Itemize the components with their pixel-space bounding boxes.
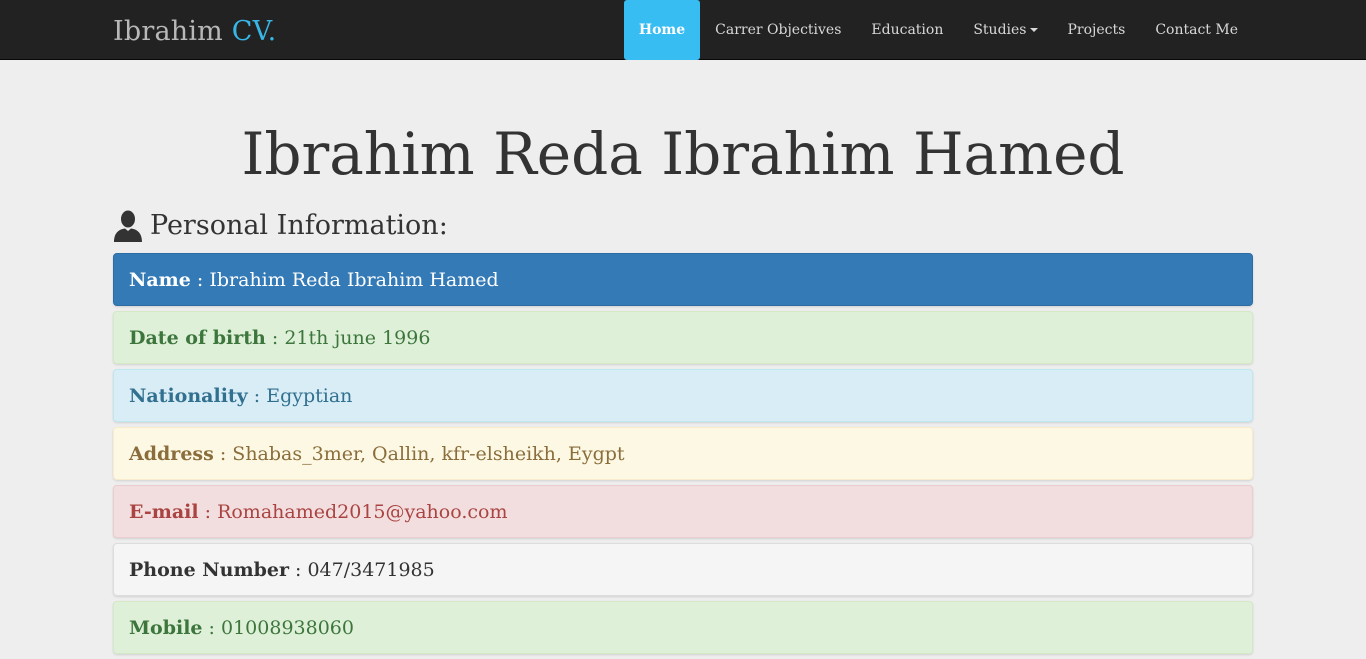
brand-link[interactable]: Ibrahim CV. (113, 15, 276, 49)
nav-item-home[interactable]: Home (623, 0, 701, 60)
nav-item-studies[interactable]: Studies (958, 0, 1052, 60)
info-item-mobile: Mobile : 01008938060 (113, 601, 1253, 654)
info-separator: : (213, 442, 233, 465)
info-value: Ibrahim Reda Ibrahim Hamed (209, 268, 499, 291)
info-value: Shabas_3mer, Qallin, kfr-elsheikh, Eygpt (232, 442, 625, 465)
navbar: Ibrahim CV. Home Carrer Objectives Educa… (0, 0, 1366, 60)
info-label: E-mail (129, 500, 199, 523)
info-item-date-of-birth: Date of birth : 21th june 1996 (113, 311, 1253, 364)
info-label: Address (129, 442, 214, 465)
nav-menu: Home Carrer Objectives Education Studies… (623, 0, 1253, 60)
nav-item-carrer-objectives[interactable]: Carrer Objectives (700, 0, 856, 60)
info-item-email: E-mail : Romahamed2015@yahoo.com (113, 485, 1253, 538)
info-label: Phone Number (129, 558, 289, 581)
info-value: 01008938060 (221, 616, 354, 639)
info-value: 21th june 1996 (284, 326, 431, 349)
brand-name: Ibrahim (113, 16, 223, 47)
info-separator: : (288, 558, 308, 581)
info-item-phone-number: Phone Number : 047/3471985 (113, 543, 1253, 596)
personal-info-list: Name : Ibrahim Reda Ibrahim Hamed Date o… (113, 253, 1253, 659)
section-heading-text: Personal Information: (150, 210, 448, 241)
brand-suffix: CV. (231, 16, 277, 47)
info-value: Egyptian (266, 384, 353, 407)
info-item-name: Name : Ibrahim Reda Ibrahim Hamed (113, 253, 1253, 306)
nav-item-contact-me[interactable]: Contact Me (1140, 0, 1253, 60)
caret-down-icon (1029, 28, 1038, 32)
info-label: Name (129, 268, 191, 291)
section-heading: Personal Information: (113, 206, 448, 246)
info-label: Mobile (129, 616, 203, 639)
info-separator: : (265, 326, 285, 349)
info-value: 047/3471985 (307, 558, 435, 581)
info-item-nationality: Nationality : Egyptian (113, 369, 1253, 422)
info-label: Nationality (129, 384, 248, 407)
info-label: Date of birth (129, 326, 266, 349)
info-value: Romahamed2015@yahoo.com (217, 500, 508, 523)
info-separator: : (247, 384, 267, 407)
info-separator: : (190, 268, 210, 291)
user-icon (114, 210, 142, 242)
info-item-address: Address : Shabas_3mer, Qallin, kfr-elshe… (113, 427, 1253, 480)
page-title: Ibrahim Reda Ibrahim Hamed (241, 120, 1125, 188)
nav-item-studies-label: Studies (973, 22, 1027, 38)
info-separator: : (198, 500, 218, 523)
info-separator: : (202, 616, 221, 639)
nav-item-projects[interactable]: Projects (1053, 0, 1141, 60)
nav-item-education[interactable]: Education (856, 0, 958, 60)
